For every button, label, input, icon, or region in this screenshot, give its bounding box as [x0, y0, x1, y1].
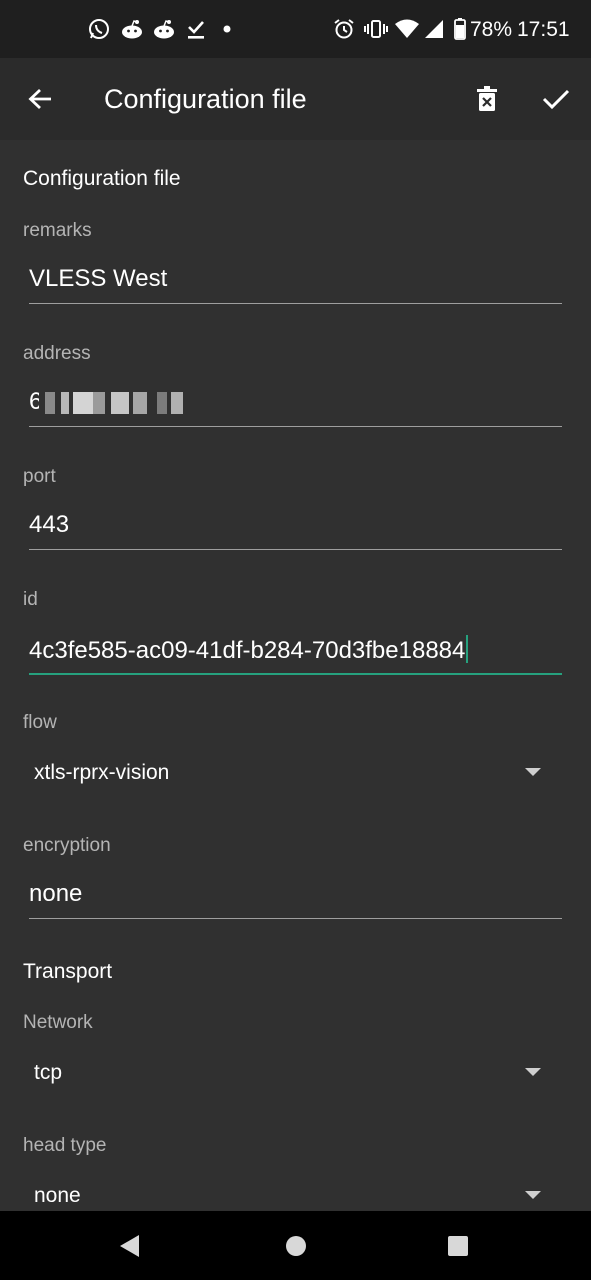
home-icon	[286, 1236, 306, 1256]
dropdown-arrow-icon	[525, 768, 541, 776]
section-configuration: Configuration file	[23, 167, 181, 190]
network-value: tcp	[34, 1061, 63, 1084]
address-field[interactable]: 6	[29, 383, 562, 427]
encryption-value: none	[29, 880, 83, 907]
app-bar: Configuration file	[0, 58, 591, 140]
port-label: port	[23, 466, 56, 487]
delete-icon	[477, 86, 497, 111]
nav-recents-button[interactable]	[441, 1229, 475, 1263]
dot-icon	[220, 16, 234, 42]
signal-icon	[422, 16, 446, 42]
check-icon	[542, 89, 570, 110]
clock-time: 17:51	[517, 18, 570, 41]
text-cursor	[466, 635, 469, 663]
network-dropdown[interactable]: tcp	[23, 1051, 562, 1095]
navigation-bar	[0, 1211, 591, 1280]
dropdown-arrow-icon	[525, 1068, 541, 1076]
nav-back-button[interactable]	[113, 1229, 147, 1263]
status-bar: 78% 17:51	[0, 0, 591, 58]
arrow-back-icon	[28, 88, 51, 110]
encryption-field[interactable]: none	[29, 875, 562, 919]
alarm-icon	[332, 16, 356, 42]
flow-label: flow	[23, 712, 57, 733]
download-done-icon	[184, 16, 208, 42]
port-value: 443	[29, 511, 70, 538]
id-field[interactable]: 4c3fe585-ac09-41df-b284-70d3fbe18884	[29, 631, 562, 675]
encryption-underline	[29, 918, 562, 919]
save-button[interactable]	[535, 78, 577, 120]
dropdown-arrow-icon	[525, 1191, 541, 1199]
remarks-label: remarks	[23, 220, 92, 241]
nav-home-button[interactable]	[279, 1229, 313, 1263]
delete-button[interactable]	[466, 78, 508, 120]
remarks-value: VLESS West	[29, 265, 168, 292]
encryption-label: encryption	[23, 835, 111, 856]
id-underline-focused	[29, 673, 562, 675]
address-label: address	[23, 343, 91, 364]
id-value: 4c3fe585-ac09-41df-b284-70d3fbe18884	[29, 637, 466, 664]
page-title: Configuration file	[104, 84, 307, 114]
id-label: id	[23, 589, 38, 610]
flow-dropdown[interactable]: xtls-rprx-vision	[23, 751, 562, 795]
remarks-field[interactable]: VLESS West	[29, 260, 562, 304]
wifi-icon	[394, 16, 420, 42]
whatsapp-icon	[86, 16, 112, 42]
head-type-label: head type	[23, 1135, 107, 1156]
port-underline	[29, 549, 562, 550]
head-type-value: none	[34, 1184, 81, 1207]
recents-icon	[448, 1236, 468, 1256]
reddit-icon	[151, 16, 177, 42]
section-transport: Transport	[23, 960, 113, 983]
reddit-icon	[119, 16, 145, 42]
port-field[interactable]: 443	[29, 506, 562, 550]
vibrate-icon	[364, 16, 388, 42]
address-redaction	[39, 392, 189, 414]
battery-icon	[453, 16, 467, 42]
back-button[interactable]	[19, 78, 61, 120]
remarks-underline	[29, 303, 562, 304]
address-underline	[29, 426, 562, 427]
flow-value: xtls-rprx-vision	[34, 761, 170, 784]
network-label: Network	[23, 1012, 93, 1033]
back-icon	[120, 1235, 139, 1257]
battery-percent: 78%	[470, 18, 513, 41]
